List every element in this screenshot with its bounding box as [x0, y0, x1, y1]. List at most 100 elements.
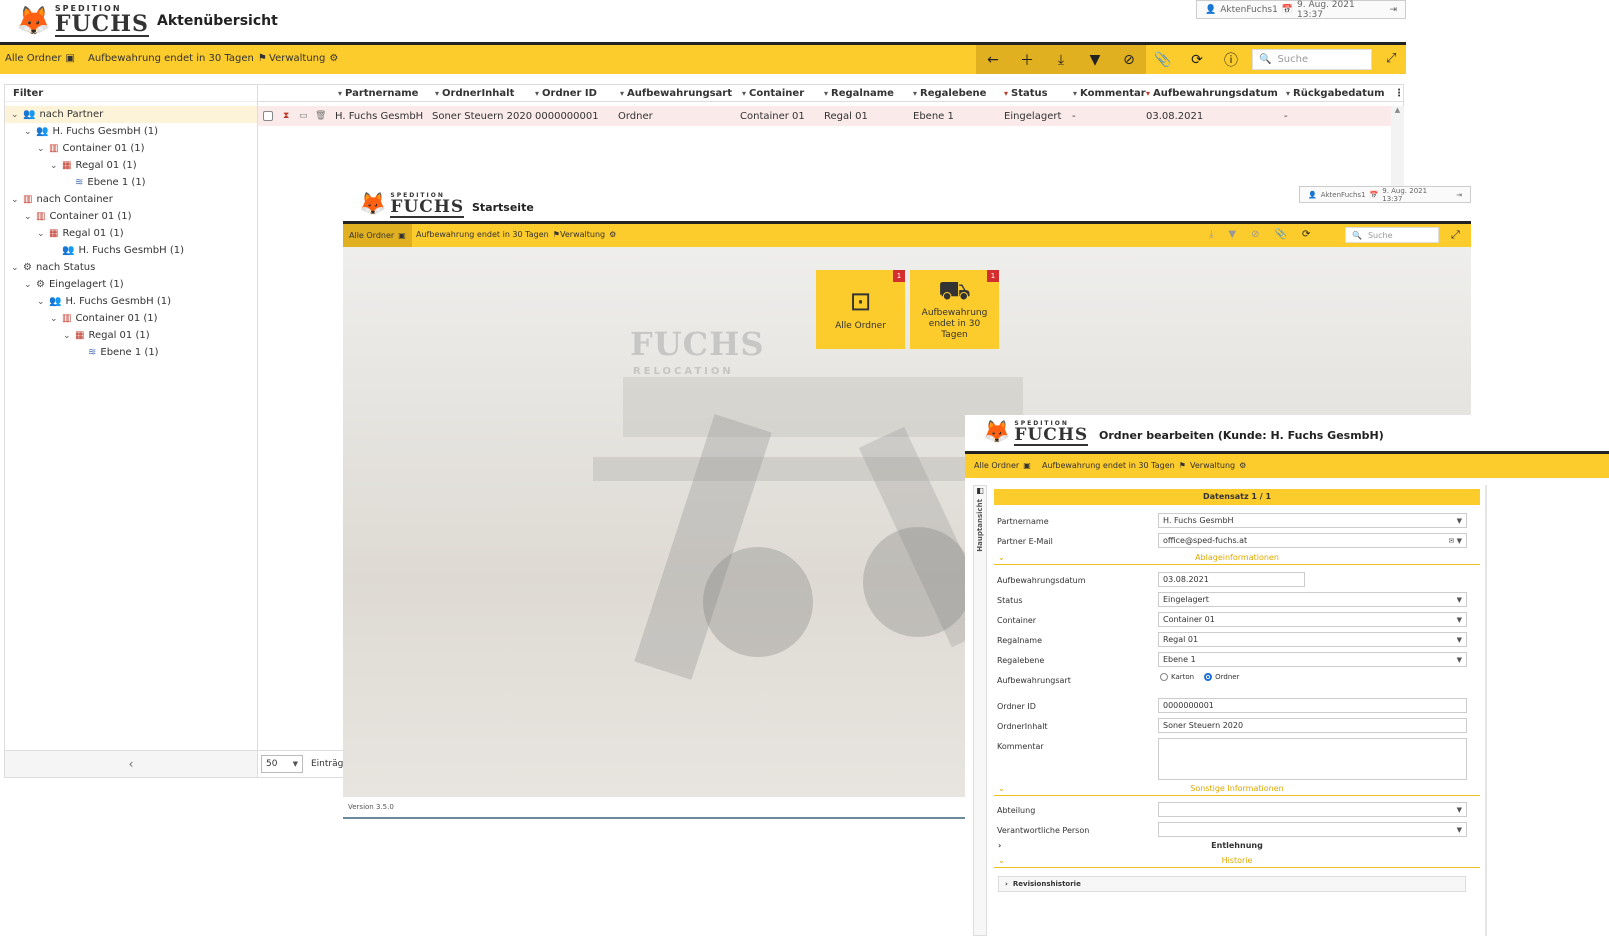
filter-icon[interactable]: ▾ [742, 89, 746, 98]
info-button[interactable]: ⓘ [1214, 45, 1248, 74]
monitor-icon[interactable]: ▭ [299, 106, 308, 126]
tree-node[interactable]: ⌄ 👥 nach Partner [5, 106, 257, 123]
chevron-down-icon[interactable]: ⌄ [50, 314, 58, 324]
clear-filter-button[interactable]: ⊘ [1112, 45, 1146, 74]
fullscreen-icon[interactable]: ⤢ [1386, 51, 1396, 66]
kommentar-textarea[interactable] [1158, 738, 1467, 780]
filter-icon[interactable]: ▾ [620, 89, 624, 98]
regalebene-select[interactable]: Ebene 1 ▼ [1158, 652, 1467, 667]
chevron-down-icon[interactable]: ⌄ [24, 127, 32, 137]
chevron-down-icon[interactable]: ⌄ [11, 110, 19, 120]
chevron-down-icon[interactable]: ⌄ [24, 280, 32, 290]
column-menu-icon[interactable]: ⋮ [1394, 85, 1404, 101]
verantwortliche-person-select[interactable]: ▼ [1158, 822, 1467, 837]
add-button[interactable]: ＋ [1010, 45, 1044, 74]
nav-aufbewahrung[interactable]: Aufbewahrung endet in 30 Tagen ⚑ [88, 53, 267, 64]
column-header[interactable]: ▾ Ordner ID [535, 85, 597, 101]
form-scrollbar[interactable] [1485, 485, 1487, 936]
refresh-icon[interactable]: ⟳ [1302, 229, 1310, 240]
tree-node[interactable]: ⌄ ⚙ nach Status [5, 259, 257, 276]
section-entlehnung[interactable]: › Entlehnung [994, 841, 1480, 853]
logout-icon[interactable]: ⇥ [1456, 191, 1462, 199]
partnername-select[interactable]: H. Fuchs GesmbH ▼ [1158, 513, 1467, 528]
paperclip-icon[interactable]: 📎 [1275, 229, 1287, 240]
nav-verwaltung[interactable]: Verwaltung ⚙ [269, 53, 338, 64]
tree-node[interactable]: ⌄ ▥ Container 01 (1) [5, 208, 257, 225]
filter-icon[interactable]: ▾ [1286, 89, 1290, 98]
section-historie[interactable]: ⌄ Historie [994, 856, 1480, 868]
section-ablageinformationen[interactable]: ⌄ Ablageinformationen [994, 553, 1480, 565]
fullscreen-icon[interactable]: ⤢ [1451, 228, 1460, 242]
filter-icon[interactable]: ▾ [1073, 89, 1077, 98]
filter-icon[interactable]: ▾ [338, 89, 342, 98]
tile-aufbewahrung[interactable]: 1 ⛟ Aufbewahrung endet in 30 Tagen [910, 270, 999, 349]
tree-node[interactable]: ⌄ ▥ nach Container [5, 191, 257, 208]
nav-verwaltung[interactable]: Verwaltung ⚙ [1190, 461, 1246, 470]
ordnerinhalt-input[interactable]: Soner Steuern 2020 [1158, 718, 1467, 733]
column-header[interactable]: ▾ Kommentar [1073, 85, 1146, 101]
tree-node[interactable]: ⌄ ▦ Regal 01 (1) [5, 225, 257, 242]
radio-ordner[interactable]: Ordner [1204, 673, 1239, 681]
page-size-select[interactable]: 50 ▼ [261, 755, 303, 773]
column-header[interactable]: ▾ Partnername [338, 85, 418, 101]
column-header[interactable]: ▾ Regalname [824, 85, 894, 101]
column-header[interactable]: ▾ Aufbewahrungsdatum [1146, 85, 1278, 101]
column-header[interactable]: ▾ Regalebene [913, 85, 986, 101]
chevron-down-icon[interactable]: ⌄ [37, 297, 45, 307]
status-select[interactable]: Eingelagert ▼ [1158, 592, 1467, 607]
chevron-down-icon[interactable]: ⌄ [63, 331, 71, 341]
filter-icon[interactable]: ▾ [1004, 89, 1008, 98]
tree-node[interactable]: ⌄ ⚙ Eingelagert (1) [5, 276, 257, 293]
search-input[interactable]: 🔍 Suche [1345, 227, 1439, 243]
search-input[interactable]: 🔍 Suche [1252, 49, 1372, 70]
regalname-select[interactable]: Regal 01 ▼ [1158, 632, 1467, 647]
tree-node[interactable]: 👥 H. Fuchs GesmbH (1) [5, 242, 257, 259]
revisionshistorie-panel[interactable]: › Revisionshistorie [998, 876, 1466, 892]
filter-icon[interactable]: ▾ [913, 89, 917, 98]
tree-node[interactable]: ⌄ 👥 H. Fuchs GesmbH (1) [5, 293, 257, 310]
refresh-button[interactable]: ⟳ [1180, 45, 1214, 74]
side-tab-hauptansicht[interactable]: ◧ Hauptansicht [973, 485, 987, 936]
filter-icon[interactable]: ▾ [535, 89, 539, 98]
chevron-down-icon[interactable]: ⌄ [11, 195, 19, 205]
column-header[interactable]: ▾ Container [742, 85, 804, 101]
tree-node[interactable]: ⌄ 👥 H. Fuchs GesmbH (1) [5, 123, 257, 140]
column-header[interactable]: ▾ Aufbewahrungsart [620, 85, 732, 101]
column-header[interactable]: ▾ Status [1004, 85, 1048, 101]
chevron-down-icon[interactable]: ⌄ [11, 263, 19, 273]
tree-node[interactable]: ⌄ ▥ Container 01 (1) [5, 310, 257, 327]
nav-alle-ordner[interactable]: Alle Ordner ▣ [974, 461, 1031, 470]
filter-button[interactable]: ▼ [1078, 45, 1112, 74]
download-button[interactable]: ⤓ [1044, 45, 1078, 74]
column-header[interactable]: ▾ Rückgabedatum [1286, 85, 1385, 101]
container-select[interactable]: Container 01 ▼ [1158, 612, 1467, 627]
user-info[interactable]: 👤 AktenFuchs1 📅 9. Aug. 2021 13:37 ⇥ [1196, 0, 1406, 20]
tree-node[interactable]: ⌄ ▦ Regal 01 (1) [5, 157, 257, 174]
attach-button[interactable]: 📎 [1146, 45, 1180, 74]
user-info[interactable]: 👤 AktenFuchs1 📅 9. Aug. 2021 13:37 ⇥ [1299, 186, 1471, 203]
abteilung-select[interactable]: ▼ [1158, 802, 1467, 817]
tree-node[interactable]: ⌄ ▦ Regal 01 (1) [5, 327, 257, 344]
chevron-down-icon[interactable]: ⌄ [37, 144, 45, 154]
filter-icon[interactable]: ▾ [435, 89, 439, 98]
filter-icon[interactable]: ▼ [1228, 229, 1236, 240]
chevron-down-icon[interactable]: ⌄ [37, 229, 45, 239]
tile-alle-ordner[interactable]: 1 ⊡ Alle Ordner [816, 270, 905, 349]
nav-verwaltung[interactable]: Verwaltung ⚙ [560, 230, 616, 239]
email-select[interactable]: office@sped-fuchs.at ✉ ▼ [1158, 533, 1467, 548]
ban-icon[interactable]: ⊘ [1251, 229, 1259, 240]
radio-karton[interactable]: Karton [1160, 673, 1194, 681]
tree-node[interactable]: ≋ Ebene 1 (1) [5, 344, 257, 361]
column-header[interactable]: ▾ OrdnerInhalt [435, 85, 514, 101]
section-sonstige[interactable]: ⌄ Sonstige Informationen [994, 784, 1480, 796]
ordner-id-input[interactable]: 0000000001 [1158, 698, 1467, 713]
back-button[interactable]: ← [976, 45, 1010, 74]
filter-icon[interactable]: ▾ [824, 89, 828, 98]
tree-node[interactable]: ⌄ ▥ Container 01 (1) [5, 140, 257, 157]
filter-icon[interactable]: ▾ [1146, 89, 1150, 98]
aufbewahrungsdatum-input[interactable]: 03.08.2021 [1158, 572, 1305, 587]
trash-icon[interactable]: 🗑 [315, 106, 326, 126]
logout-icon[interactable]: ⇥ [1389, 5, 1397, 15]
tree-node[interactable]: ≋ Ebene 1 (1) [5, 174, 257, 191]
nav-alle-ordner[interactable]: Alle Ordner ▣ [5, 53, 75, 64]
